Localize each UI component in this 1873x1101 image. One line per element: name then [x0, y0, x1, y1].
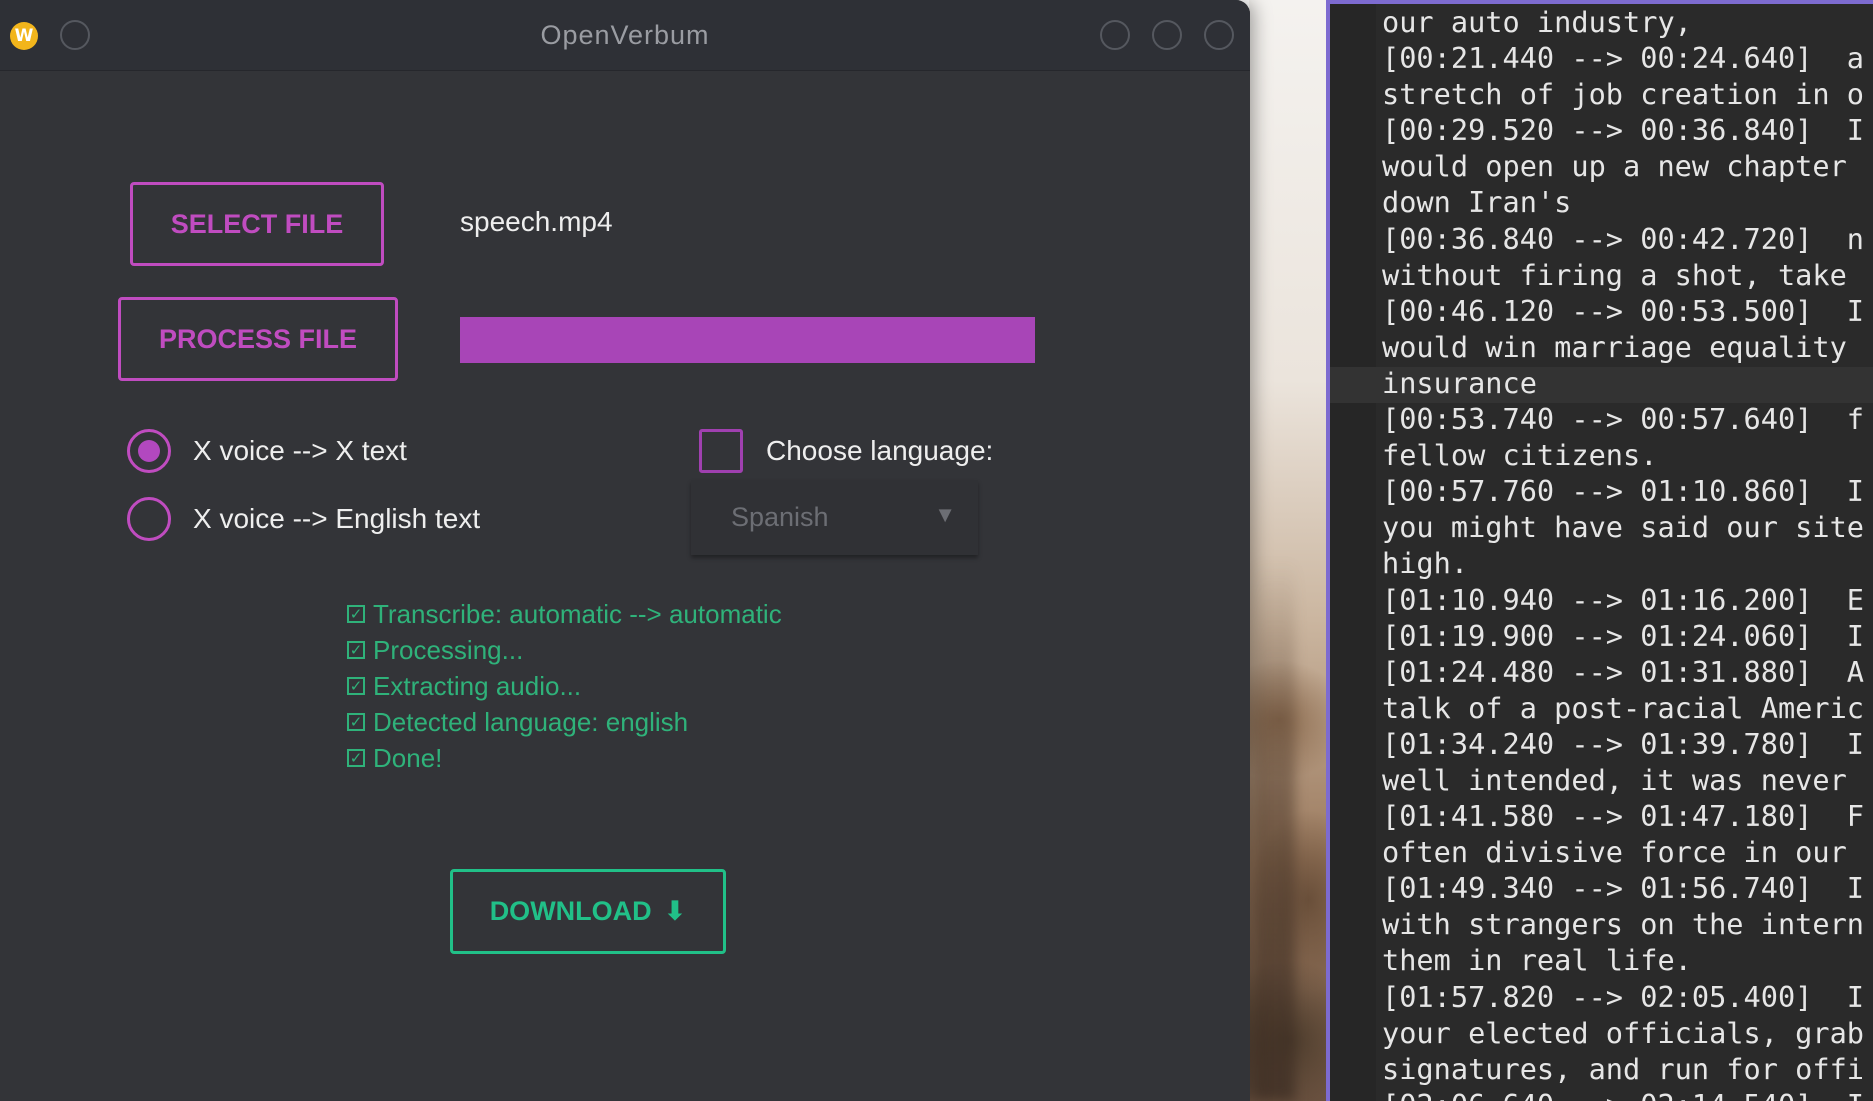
status-line: ✓ Done!: [347, 740, 782, 776]
terminal-line: would open up a new chapter: [1382, 149, 1847, 184]
selected-file-name: speech.mp4: [460, 206, 613, 237]
terminal-line: fellow citizens.: [1382, 438, 1658, 473]
window-title: OpenVerbum: [540, 20, 710, 50]
check-icon: ✓: [347, 749, 365, 767]
terminal-line: well intended, it was never: [1382, 762, 1847, 797]
terminal-line: them in real life.: [1382, 943, 1692, 978]
terminal-line: with strangers on the intern: [1382, 907, 1865, 942]
dropdown-arrow-icon: ▼: [934, 502, 956, 527]
check-icon: ✓: [347, 605, 365, 623]
terminal-line: insurance: [1382, 365, 1537, 400]
language-dropdown[interactable]: Spanish ▼: [691, 480, 978, 555]
terminal-line: high.: [1382, 546, 1469, 581]
terminal-line: [01:49.340 --> 01:56.740] I: [1382, 871, 1865, 906]
minimize-button[interactable]: [1100, 20, 1130, 50]
download-label: DOWNLOAD: [489, 896, 652, 926]
terminal-line: [00:29.520 --> 00:36.840] I: [1382, 113, 1865, 148]
choose-language-label[interactable]: Choose language:: [766, 435, 993, 467]
terminal-line: [01:24.480 --> 01:31.880] A: [1382, 654, 1865, 689]
status-text: Done!: [373, 742, 443, 773]
terminal-line: [00:57.760 --> 01:10.860] I: [1382, 474, 1865, 509]
terminal-line: [01:57.820 --> 02:05.400] I: [1382, 979, 1865, 1014]
radio-same-language[interactable]: [127, 429, 171, 473]
status-line: ✓ Processing...: [347, 632, 782, 668]
terminal-line: stretch of job creation in o: [1382, 77, 1865, 112]
check-icon: ✓: [347, 677, 365, 695]
terminal-line: without firing a shot, take: [1382, 257, 1847, 292]
terminal-line: [00:21.440 --> 00:24.640] a: [1382, 41, 1865, 76]
terminal-line: would win marriage equality: [1382, 329, 1847, 364]
check-icon: ✓: [347, 713, 365, 731]
terminal-line: [00:53.740 --> 00:57.640] f: [1382, 402, 1865, 437]
process-file-button[interactable]: PROCESS FILE: [118, 297, 398, 381]
terminal-line: down Iran's: [1382, 185, 1572, 220]
terminal-line: [00:46.120 --> 00:53.500] I: [1382, 293, 1865, 328]
terminal-line: [01:10.940 --> 01:16.200] E: [1382, 582, 1865, 617]
terminal-line: your elected officials, grab: [1382, 1015, 1865, 1050]
terminal-line: [01:41.580 --> 01:47.180] F: [1382, 799, 1865, 834]
terminal-line: our auto industry,: [1382, 5, 1692, 39]
terminal-output[interactable]: our auto industry, [00:21.440 --> 00:24.6…: [1382, 4, 1864, 1101]
status-text: Transcribe: automatic --> automatic: [373, 598, 782, 629]
terminal-line: you might have said our site: [1382, 510, 1865, 545]
status-line: ✓ Detected language: english: [347, 704, 782, 740]
download-arrow-icon: ⬇: [663, 896, 687, 927]
terminal-line: talk of a post-racial Americ: [1382, 690, 1865, 725]
status-line: ✓ Extracting audio...: [347, 668, 782, 704]
language-dropdown-value: Spanish: [731, 502, 829, 532]
download-button[interactable]: DOWNLOAD ⬇: [450, 869, 726, 954]
progress-bar: [460, 317, 1035, 363]
radio-english[interactable]: [127, 497, 171, 541]
wallpaper-tree: [1255, 560, 1295, 1101]
maximize-button[interactable]: [1152, 20, 1182, 50]
title-bar: W OpenVerbum: [0, 0, 1250, 71]
app-window: W OpenVerbum SELECT FILE speech.mp4 PROC…: [0, 0, 1250, 1101]
status-text: Detected language: english: [373, 706, 689, 737]
select-file-button[interactable]: SELECT FILE: [130, 182, 384, 266]
radio-english-label[interactable]: X voice --> English text: [193, 503, 480, 535]
terminal-gutter: [1330, 4, 1376, 1101]
terminal-line: signatures, and run for offi: [1382, 1051, 1865, 1086]
status-text: Extracting audio...: [373, 670, 582, 701]
terminal-line: [02:06.640 --> 02:14.540] I: [1382, 1087, 1864, 1101]
progress-fill: [460, 317, 1035, 363]
terminal-line: [00:36.840 --> 00:42.720] n: [1382, 221, 1865, 256]
terminal-line: [01:19.900 --> 01:24.060] I: [1382, 618, 1865, 653]
radio-same-language-label[interactable]: X voice --> X text: [193, 435, 407, 467]
terminal-window[interactable]: our auto industry, [00:21.440 --> 00:24.6…: [1326, 0, 1873, 1101]
close-button[interactable]: [1204, 20, 1234, 50]
radio-selected-icon: [138, 440, 160, 462]
status-text: Processing...: [373, 634, 524, 665]
terminal-line: [01:34.240 --> 01:39.780] I: [1382, 726, 1865, 761]
status-log: ✓ Transcribe: automatic --> automatic ✓ …: [347, 596, 782, 776]
check-icon: ✓: [347, 641, 365, 659]
status-line: ✓ Transcribe: automatic --> automatic: [347, 596, 782, 632]
choose-language-checkbox[interactable]: [699, 429, 743, 473]
terminal-line: often divisive force in our: [1382, 835, 1847, 870]
